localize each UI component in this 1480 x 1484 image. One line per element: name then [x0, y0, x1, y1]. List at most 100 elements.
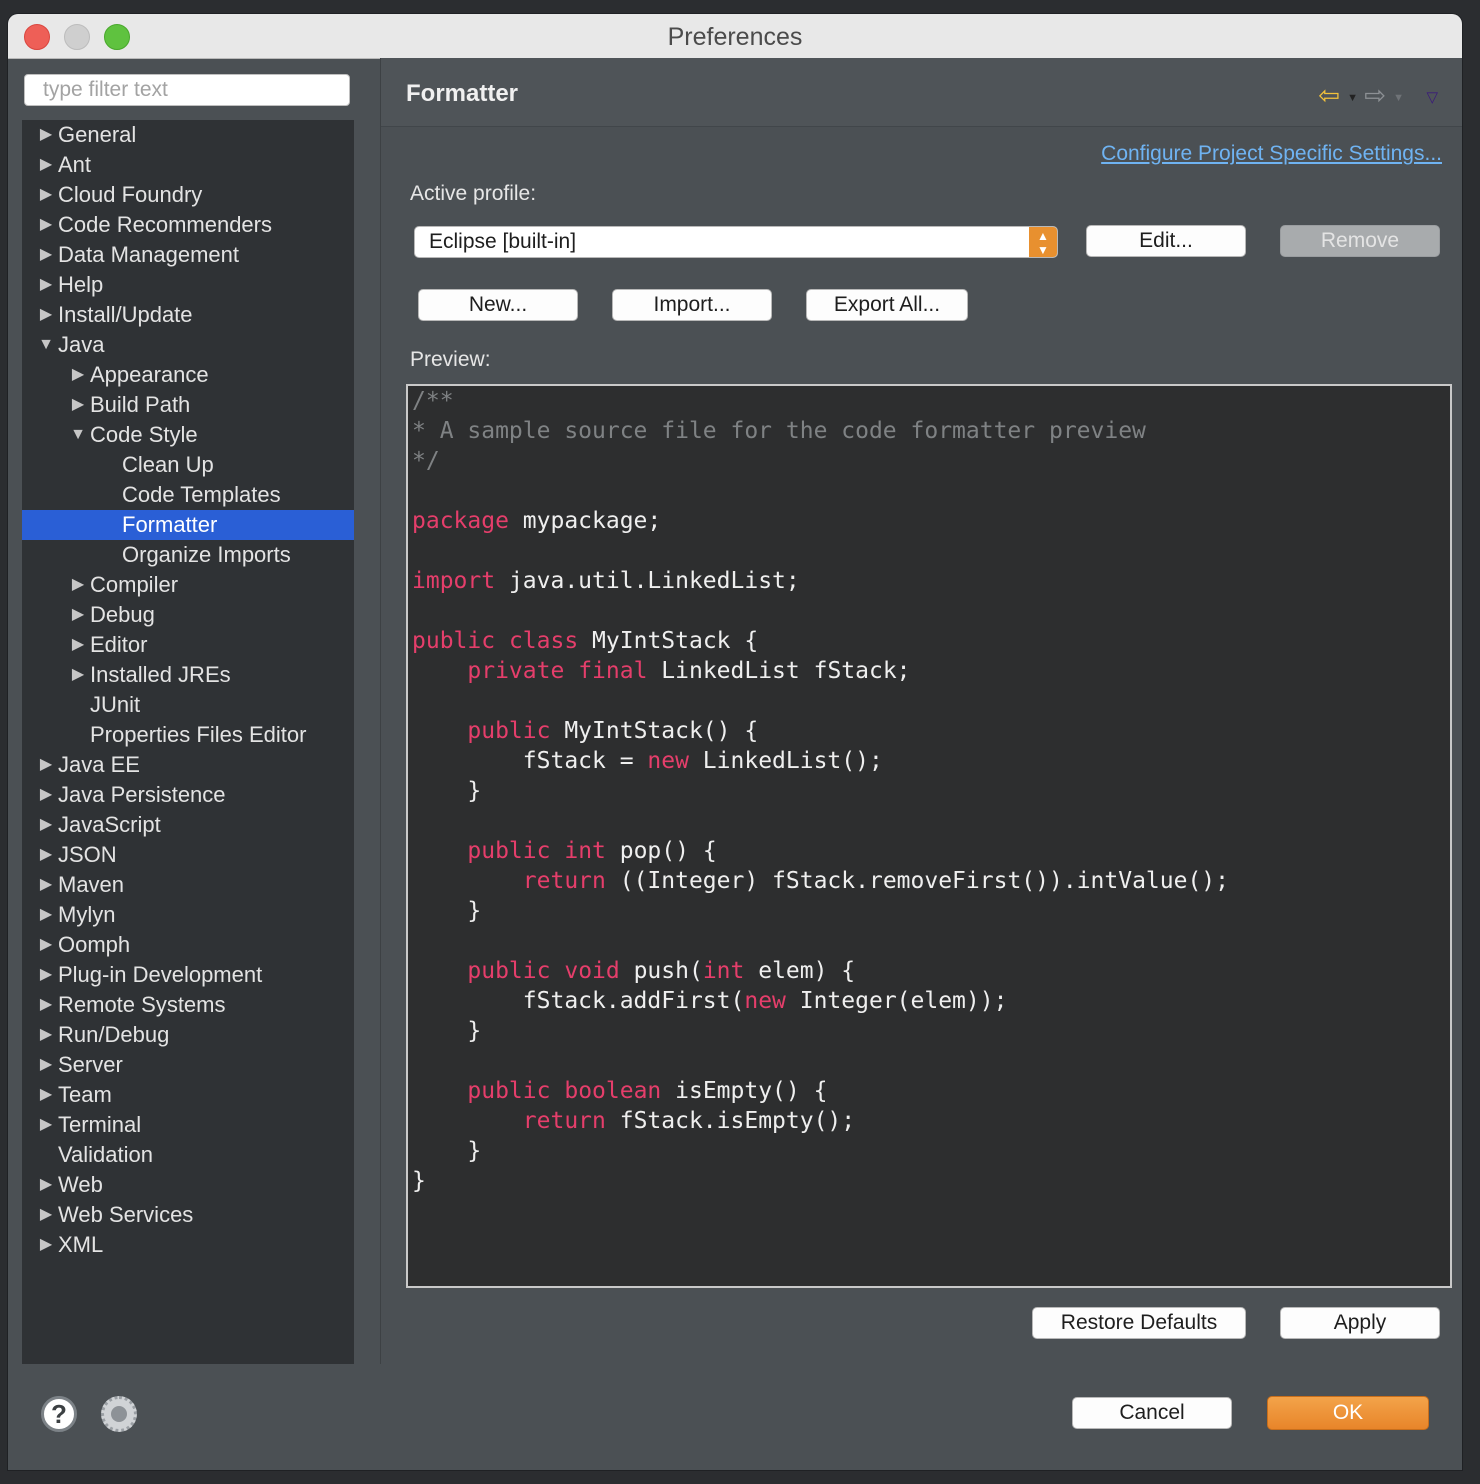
code-preview[interactable]: /** * A sample source file for the code f… — [406, 384, 1452, 1288]
code-line: } — [412, 896, 481, 926]
collapsed-triangle-icon[interactable]: ▶ — [38, 960, 54, 990]
collapsed-triangle-icon[interactable]: ▶ — [38, 1020, 54, 1050]
tree-item[interactable]: ▶ Installed JREs — [22, 660, 354, 690]
collapsed-triangle-icon[interactable]: ▶ — [38, 270, 54, 300]
tree-item[interactable]: ▶ Maven — [22, 870, 354, 900]
tree-item[interactable]: Organize Imports — [22, 540, 354, 570]
tree-item[interactable]: ▶ XML — [22, 1230, 354, 1260]
ok-button[interactable]: OK — [1267, 1396, 1429, 1430]
collapsed-triangle-icon[interactable]: ▶ — [70, 630, 86, 660]
tree-item-label: Web Services — [58, 1202, 194, 1227]
collapsed-triangle-icon[interactable]: ▶ — [38, 930, 54, 960]
apply-button[interactable]: Apply — [1280, 1307, 1440, 1339]
import-profile-button[interactable]: Import... — [612, 289, 772, 321]
export-all-button[interactable]: Export All... — [806, 289, 968, 321]
collapsed-triangle-icon[interactable]: ▶ — [38, 1110, 54, 1140]
collapsed-triangle-icon[interactable]: ▶ — [38, 870, 54, 900]
pane-divider[interactable] — [380, 58, 381, 1364]
code-keyword: class — [508, 628, 579, 654]
collapsed-triangle-icon[interactable]: ▶ — [70, 660, 86, 690]
tree-item[interactable]: ▶ Data Management — [22, 240, 354, 270]
code-text: isEmpty() { — [661, 1078, 828, 1104]
tree-item[interactable]: ▶ JavaScript — [22, 810, 354, 840]
import-export-icon[interactable] — [101, 1396, 137, 1432]
collapsed-triangle-icon[interactable]: ▶ — [70, 600, 86, 630]
tree-item[interactable]: ▶ Run/Debug — [22, 1020, 354, 1050]
tree-item[interactable]: ▶ JSON — [22, 840, 354, 870]
collapsed-triangle-icon[interactable]: ▶ — [38, 1230, 54, 1260]
restore-defaults-button[interactable]: Restore Defaults — [1032, 1307, 1246, 1339]
collapsed-triangle-icon[interactable]: ▶ — [38, 990, 54, 1020]
collapsed-triangle-icon[interactable]: ▶ — [38, 300, 54, 330]
tree-item[interactable]: ▶ Cloud Foundry — [22, 180, 354, 210]
collapsed-triangle-icon[interactable]: ▶ — [38, 900, 54, 930]
collapsed-triangle-icon[interactable]: ▶ — [38, 1170, 54, 1200]
expanded-triangle-icon[interactable]: ▼ — [70, 420, 86, 450]
collapsed-triangle-icon[interactable]: ▶ — [38, 120, 54, 150]
tree-item[interactable]: ▶ Terminal — [22, 1110, 354, 1140]
new-profile-button[interactable]: New... — [418, 289, 578, 321]
remove-profile-button[interactable]: Remove — [1280, 225, 1440, 257]
forward-arrow-icon[interactable]: ⇨ — [1364, 80, 1386, 111]
cancel-button[interactable]: Cancel — [1072, 1397, 1232, 1429]
view-menu-icon[interactable]: ▽ — [1426, 88, 1438, 106]
collapsed-triangle-icon[interactable]: ▶ — [70, 390, 86, 420]
tree-item[interactable]: ▼ Java — [22, 330, 354, 360]
tree-item[interactable]: Code Templates — [22, 480, 354, 510]
code-line: * A sample source file for the code form… — [412, 416, 1146, 446]
collapsed-triangle-icon[interactable]: ▶ — [38, 810, 54, 840]
tree-item[interactable]: ▼ Code Style — [22, 420, 354, 450]
back-history-dropdown-icon[interactable]: ▼ — [1347, 92, 1358, 104]
tree-item[interactable]: Validation — [22, 1140, 354, 1170]
collapsed-triangle-icon[interactable]: ▶ — [38, 840, 54, 870]
tree-item[interactable]: ▶ Install/Update — [22, 300, 354, 330]
tree-item[interactable]: ▶ Remote Systems — [22, 990, 354, 1020]
code-text: MyIntStack() { — [550, 718, 759, 744]
tree-item[interactable]: ▶ General — [22, 120, 354, 150]
tree-item[interactable]: ▶ Web — [22, 1170, 354, 1200]
collapsed-triangle-icon[interactable]: ▶ — [70, 360, 86, 390]
tree-item[interactable]: ▶ Oomph — [22, 930, 354, 960]
tree-item-label: Server — [58, 1052, 123, 1077]
tree-item[interactable]: ▶ Help — [22, 270, 354, 300]
help-icon[interactable]: ? — [41, 1396, 77, 1432]
tree-item[interactable]: ▶ Team — [22, 1080, 354, 1110]
configure-project-settings-link[interactable]: Configure Project Specific Settings... — [1101, 142, 1442, 166]
collapsed-triangle-icon[interactable]: ▶ — [38, 1200, 54, 1230]
collapsed-triangle-icon[interactable]: ▶ — [38, 1080, 54, 1110]
tree-item[interactable]: ▶ Java Persistence — [22, 780, 354, 810]
tree-item[interactable]: ▶ Ant — [22, 150, 354, 180]
collapsed-triangle-icon[interactable]: ▶ — [38, 150, 54, 180]
forward-history-dropdown-icon[interactable]: ▼ — [1393, 92, 1404, 104]
active-profile-select[interactable]: Eclipse [built-in] ▲ ▼ — [414, 226, 1058, 258]
tree-item[interactable]: Properties Files Editor — [22, 720, 354, 750]
code-text: elem) { — [744, 958, 856, 984]
collapsed-triangle-icon[interactable]: ▶ — [38, 240, 54, 270]
expanded-triangle-icon[interactable]: ▼ — [38, 330, 54, 360]
tree-item[interactable]: JUnit — [22, 690, 354, 720]
tree-item[interactable]: ▶ Appearance — [22, 360, 354, 390]
tree-item[interactable]: ▶ Code Recommenders — [22, 210, 354, 240]
tree-item[interactable]: ▶ Build Path — [22, 390, 354, 420]
edit-profile-button[interactable]: Edit... — [1086, 225, 1246, 257]
tree-item-label: Formatter — [122, 512, 218, 537]
tree-item[interactable]: ▶ Compiler — [22, 570, 354, 600]
collapsed-triangle-icon[interactable]: ▶ — [38, 780, 54, 810]
collapsed-triangle-icon[interactable]: ▶ — [70, 570, 86, 600]
collapsed-triangle-icon[interactable]: ▶ — [38, 180, 54, 210]
tree-item[interactable]: Clean Up — [22, 450, 354, 480]
tree-item[interactable]: ▶ Mylyn — [22, 900, 354, 930]
tree-item[interactable]: ▶ Web Services — [22, 1200, 354, 1230]
collapsed-triangle-icon[interactable]: ▶ — [38, 1050, 54, 1080]
tree-item[interactable]: ▶ Java EE — [22, 750, 354, 780]
collapsed-triangle-icon[interactable]: ▶ — [38, 750, 54, 780]
tree-item[interactable]: ▶ Editor — [22, 630, 354, 660]
back-arrow-icon[interactable]: ⇦ — [1318, 80, 1340, 111]
filter-input[interactable] — [24, 74, 350, 106]
tree-item[interactable]: ▶ Debug — [22, 600, 354, 630]
tree-item[interactable]: ▶ Server — [22, 1050, 354, 1080]
tree-item[interactable]: Formatter — [22, 510, 354, 540]
collapsed-triangle-icon[interactable]: ▶ — [38, 210, 54, 240]
tree-item[interactable]: ▶ Plug-in Development — [22, 960, 354, 990]
